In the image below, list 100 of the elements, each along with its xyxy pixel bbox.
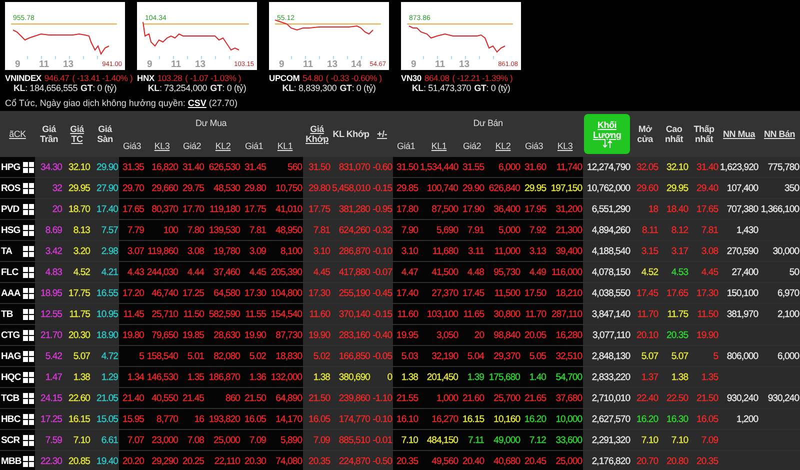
table-cell: 4,188,540 bbox=[592, 246, 630, 256]
table-cell: 40,680 bbox=[494, 456, 520, 466]
table-cell: -0.07 bbox=[372, 266, 392, 278]
ticker-symbol[interactable]: TCB bbox=[0, 388, 21, 408]
column-header: Giá2 bbox=[459, 134, 486, 157]
ticker-symbol[interactable]: AAA bbox=[0, 282, 21, 304]
grid-icon[interactable] bbox=[22, 182, 34, 194]
table-cell: 4.48 bbox=[467, 266, 484, 278]
table-cell: 174,770 bbox=[338, 414, 370, 424]
table-cell: 16,820 bbox=[152, 162, 178, 172]
column-header[interactable]: NN Mua bbox=[720, 123, 758, 145]
grid-icon[interactable] bbox=[22, 330, 34, 340]
table-cell: 381,280 bbox=[338, 204, 370, 214]
column-header[interactable]: ãCK bbox=[0, 111, 36, 157]
table-cell: 19.85 bbox=[182, 330, 204, 340]
table-cell: 2,710,010 bbox=[592, 392, 630, 404]
column-header[interactable]: KL3 bbox=[145, 134, 180, 157]
grid-icon[interactable] bbox=[22, 204, 34, 214]
table-cell: 19.80 bbox=[122, 330, 144, 340]
stock-link[interactable]: CSV bbox=[188, 98, 206, 108]
ticker-symbol[interactable]: MBB bbox=[0, 450, 21, 470]
table-cell: 7.12 bbox=[529, 434, 546, 446]
table-cell: 11.75 bbox=[69, 308, 90, 320]
grid-icon[interactable] bbox=[22, 456, 34, 466]
table-cell: 18.70 bbox=[68, 204, 90, 214]
table-cell: 11.70 bbox=[637, 308, 658, 320]
table-cell: 3,077,110 bbox=[592, 330, 630, 340]
table-cell: 3,050 bbox=[436, 330, 458, 340]
index-value: 54.80 bbox=[302, 73, 323, 83]
table-cell: 3.08 bbox=[187, 246, 204, 256]
column-header[interactable]: KL2 bbox=[205, 134, 242, 157]
column-header[interactable]: KL2 bbox=[485, 134, 522, 157]
index-name: UPCOM bbox=[269, 73, 300, 83]
grid-icon[interactable] bbox=[22, 392, 34, 404]
table-cell: 7.57 bbox=[101, 224, 118, 236]
table-cell: 29.90 bbox=[462, 182, 484, 194]
column-header[interactable]: KL1 bbox=[419, 134, 460, 157]
grid-icon[interactable] bbox=[22, 372, 34, 382]
table-cell: 87,500 bbox=[432, 204, 458, 214]
table-cell: 4.52 bbox=[73, 266, 90, 278]
table-cell: 7.59 bbox=[45, 434, 62, 446]
table-cell: 1,366,100 bbox=[760, 204, 800, 214]
ticker-symbol[interactable]: ROS bbox=[0, 178, 21, 198]
table-cell: 3.10 bbox=[313, 246, 330, 256]
ticker-symbol[interactable]: SCR bbox=[0, 430, 21, 450]
table-cell: 20 bbox=[474, 330, 484, 340]
ticker-symbol[interactable]: TB bbox=[0, 304, 21, 324]
table-cell: 6,000 bbox=[778, 350, 800, 362]
grid-icon[interactable] bbox=[22, 162, 34, 172]
ticker-symbol[interactable]: HBC bbox=[0, 408, 21, 430]
column-header[interactable]: KL1 bbox=[267, 134, 304, 157]
column-header: Giá2 bbox=[179, 134, 206, 157]
table-cell: 30,800 bbox=[494, 308, 520, 320]
table-cell: 119,860 bbox=[148, 246, 178, 256]
table-cell: 11.75 bbox=[667, 308, 688, 320]
ticker-symbol[interactable]: HSG bbox=[0, 220, 21, 240]
ticker-symbol[interactable]: HPG bbox=[0, 157, 21, 178]
ticker-symbol[interactable]: FLC bbox=[0, 262, 21, 282]
index-change: ( -1.07 -1.03% ) bbox=[185, 73, 242, 83]
table-cell: 5.04 bbox=[467, 350, 484, 362]
table-cell: 32.05 bbox=[636, 162, 658, 172]
table-cell: 18,210 bbox=[556, 288, 582, 298]
index-value: 103.28 bbox=[157, 73, 182, 83]
column-header[interactable]: KL3 bbox=[547, 134, 584, 157]
grid-icon[interactable] bbox=[22, 266, 34, 278]
table-cell: 1,200 bbox=[736, 414, 758, 424]
grid-icon[interactable] bbox=[22, 414, 34, 424]
table-cell: 20.30 bbox=[68, 330, 90, 340]
table-cell: 239,860 bbox=[338, 392, 370, 404]
column-header[interactable]: Giá Khớp bbox=[304, 118, 330, 150]
table-cell: 0 bbox=[387, 372, 392, 382]
table-cell: 17.65 bbox=[666, 288, 688, 298]
table-cell: 7.10 bbox=[671, 434, 688, 446]
table-cell: 16.15 bbox=[68, 414, 90, 424]
table-cell: 22.60 bbox=[68, 392, 90, 404]
grid-icon[interactable] bbox=[22, 288, 34, 298]
table-cell: 7.10 bbox=[641, 434, 658, 446]
column-header[interactable]: +/- bbox=[372, 123, 392, 145]
ticker-symbol[interactable]: CTG bbox=[0, 324, 21, 346]
grid-icon[interactable] bbox=[22, 246, 34, 256]
grid-icon[interactable] bbox=[22, 434, 34, 446]
column-header[interactable]: Giá TC bbox=[64, 118, 90, 150]
table-cell: 116,000 bbox=[552, 266, 582, 278]
table-cell: 16.30 bbox=[666, 414, 688, 424]
ticker-symbol[interactable]: HQC bbox=[0, 366, 21, 388]
grid-icon[interactable] bbox=[22, 224, 34, 236]
ticker-symbol[interactable]: PVD bbox=[0, 198, 21, 220]
table-cell: 4.45 bbox=[313, 266, 330, 278]
ticker-symbol[interactable]: TA bbox=[0, 240, 21, 262]
table-cell: 205,390 bbox=[270, 266, 302, 278]
table-cell: 2,291,320 bbox=[592, 434, 630, 446]
grid-icon[interactable] bbox=[22, 350, 34, 362]
grid-icon[interactable] bbox=[22, 308, 34, 320]
table-cell: 41,500 bbox=[432, 266, 458, 278]
table-cell: 27,400 bbox=[732, 266, 758, 278]
table-cell: 5.42 bbox=[45, 350, 62, 362]
column-header[interactable]: NN Bán bbox=[760, 123, 800, 145]
table-cell: 31.60 bbox=[524, 162, 546, 172]
index-change: ( -0.33 -0.60% ) bbox=[326, 73, 382, 83]
ticker-symbol[interactable]: HAG bbox=[0, 346, 21, 366]
